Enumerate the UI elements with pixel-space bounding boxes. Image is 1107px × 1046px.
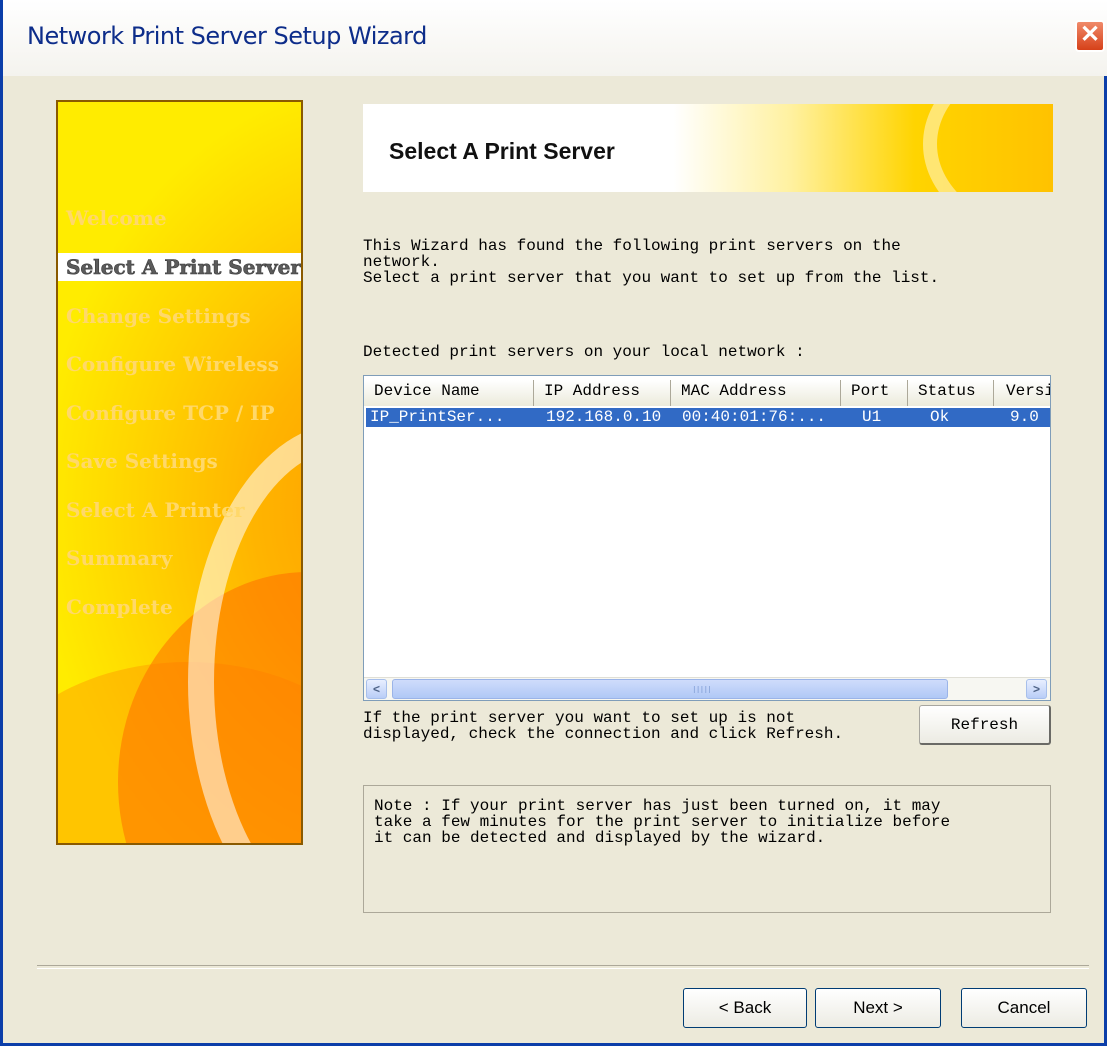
- refresh-hint-text: If the print server you want to set up i…: [363, 709, 844, 743]
- grip-icon: IIIII: [693, 685, 712, 696]
- next-button[interactable]: Next >: [815, 988, 941, 1028]
- back-button[interactable]: < Back: [683, 988, 807, 1028]
- table-row[interactable]: IP_PrintSer... 192.168.0.10 00:40:01:76:…: [366, 408, 1050, 427]
- chevron-right-icon: >: [1032, 682, 1040, 696]
- step-select-printer: Select A Printer: [66, 498, 245, 522]
- cell-status: Ok: [930, 408, 950, 426]
- cell-port: U1: [862, 408, 882, 426]
- step-welcome: Welcome: [66, 206, 167, 230]
- note-box: Note : If your print server has just bee…: [363, 785, 1051, 913]
- page-title: Select A Print Server: [389, 138, 615, 164]
- title-bar[interactable]: Network Print Server Setup Wizard ✕: [3, 0, 1107, 76]
- window-title: Network Print Server Setup Wizard: [27, 22, 427, 50]
- step-complete: Complete: [66, 595, 173, 619]
- column-version[interactable]: Version: [994, 380, 1050, 406]
- column-device-name[interactable]: Device Name: [364, 380, 534, 406]
- step-configure-wireless: Configure Wireless: [66, 352, 279, 376]
- scroll-left-button[interactable]: <: [366, 679, 387, 699]
- note-text: Note : If your print server has just bee…: [374, 797, 951, 847]
- decorative-arc: [923, 104, 1053, 192]
- step-select-print-server: Select A Print Server: [58, 253, 301, 281]
- wizard-window: Network Print Server Setup Wizard ✕ Welc…: [0, 0, 1107, 1046]
- step-summary: Summary: [66, 546, 173, 570]
- cell-device-name: IP_PrintSer...: [370, 408, 505, 426]
- intro-text: This Wizard has found the following prin…: [363, 237, 940, 287]
- page-header-banner: Select A Print Server: [363, 104, 1053, 192]
- detected-servers-label: Detected print servers on your local net…: [363, 343, 805, 361]
- scroll-right-button[interactable]: >: [1026, 679, 1047, 699]
- step-change-settings: Change Settings: [66, 304, 251, 328]
- cell-mac-address: 00:40:01:76:...: [682, 408, 827, 426]
- cancel-button[interactable]: Cancel: [961, 988, 1087, 1028]
- column-status[interactable]: Status: [908, 380, 994, 406]
- scroll-thumb[interactable]: IIIII: [392, 679, 948, 699]
- chevron-left-icon: <: [372, 682, 380, 696]
- step-save-settings: Save Settings: [66, 449, 218, 473]
- refresh-button[interactable]: Refresh: [919, 705, 1051, 745]
- wizard-steps-panel: Welcome Select A Print Server Change Set…: [56, 100, 303, 845]
- print-server-list[interactable]: Device Name IP Address MAC Address Port …: [363, 375, 1051, 701]
- horizontal-scrollbar[interactable]: < IIIII >: [364, 677, 1050, 700]
- column-ip-address[interactable]: IP Address: [534, 380, 671, 406]
- column-mac-address[interactable]: MAC Address: [671, 380, 841, 406]
- cell-version: 9.0: [1010, 408, 1039, 426]
- cell-ip-address: 192.168.0.10: [546, 408, 662, 426]
- decorative-swoosh: [188, 422, 301, 843]
- close-icon: ✕: [1079, 21, 1101, 48]
- column-port[interactable]: Port: [841, 380, 908, 406]
- list-header: Device Name IP Address MAC Address Port …: [364, 376, 1050, 406]
- footer-separator: [37, 965, 1089, 969]
- close-button[interactable]: ✕: [1075, 20, 1105, 52]
- step-configure-tcp-ip: Configure TCP / IP: [66, 401, 275, 425]
